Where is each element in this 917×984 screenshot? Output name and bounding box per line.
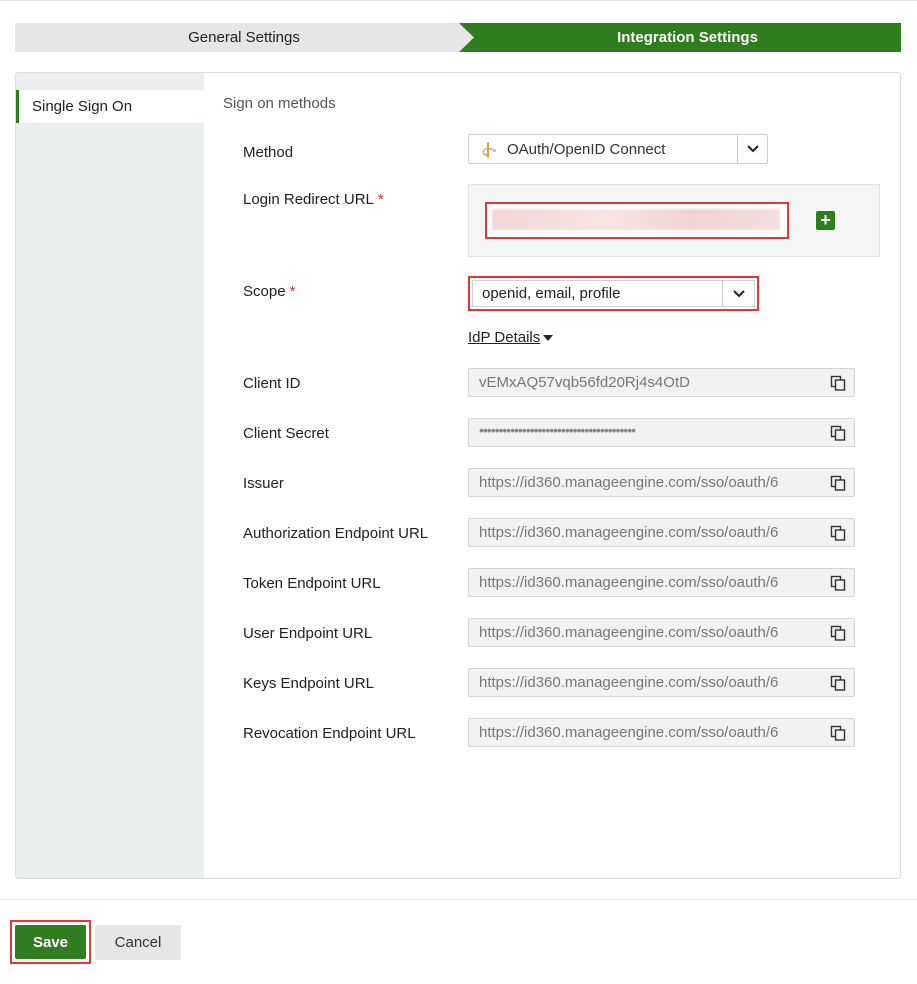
openid-icon	[482, 142, 496, 158]
step-integration-settings[interactable]: Integration Settings	[459, 23, 901, 52]
chevron-down-icon	[732, 289, 745, 297]
copy-icon[interactable]	[830, 675, 846, 691]
redirect-url-container: +	[468, 184, 880, 257]
authorization-endpoint-label: Authorization Endpoint URL	[243, 525, 429, 542]
scope-dropdown-toggle[interactable]	[722, 281, 754, 306]
user-endpoint-label: User Endpoint URL	[243, 625, 373, 642]
sidebar-item-single-sign-on[interactable]: Single Sign On	[16, 90, 204, 123]
step-integration-label: Integration Settings	[617, 29, 758, 46]
footer-divider	[0, 899, 917, 900]
sidebar-item-label: Single Sign On	[32, 98, 133, 115]
token-endpoint-value: https://id360.manageengine.com/sso/oauth…	[479, 574, 779, 591]
token-endpoint-label: Token Endpoint URL	[243, 575, 381, 592]
save-highlight: Save	[10, 920, 91, 964]
login-redirect-label: Login Redirect URL *	[243, 191, 384, 208]
copy-icon[interactable]	[830, 525, 846, 541]
method-select[interactable]: OAuth/OpenID Connect	[468, 134, 768, 164]
settings-panel: Single Sign On Sign on methods Method OA…	[15, 72, 901, 879]
client-secret-field: ••••••••••••••••••••••••••••••••••••••••	[468, 418, 855, 447]
scope-value: openid, email, profile	[482, 285, 621, 302]
copy-icon[interactable]	[830, 575, 846, 591]
caret-down-icon[interactable]	[543, 335, 553, 341]
user-endpoint-field: https://id360.manageengine.com/sso/oauth…	[468, 618, 855, 647]
user-endpoint-value: https://id360.manageengine.com/sso/oauth…	[479, 624, 779, 641]
step-general-settings[interactable]: General Settings	[15, 23, 473, 52]
required-mark: *	[377, 191, 384, 208]
keys-endpoint-label: Keys Endpoint URL	[243, 675, 374, 692]
top-divider	[0, 0, 917, 1]
method-dropdown-toggle[interactable]	[737, 135, 767, 163]
issuer-field: https://id360.manageengine.com/sso/oauth…	[468, 468, 855, 497]
revocation-endpoint-value: https://id360.manageengine.com/sso/oauth…	[479, 724, 779, 741]
keys-endpoint-value: https://id360.manageengine.com/sso/oauth…	[479, 674, 779, 691]
copy-icon[interactable]	[830, 625, 846, 641]
scope-label: Scope *	[243, 283, 296, 300]
issuer-value: https://id360.manageengine.com/sso/oauth…	[479, 474, 779, 491]
keys-endpoint-field: https://id360.manageengine.com/sso/oauth…	[468, 668, 855, 697]
chevron-down-icon	[746, 145, 759, 153]
client-id-value: vEMxAQ57vqb56fd20Rj4s4OtD	[479, 374, 690, 391]
copy-icon[interactable]	[830, 475, 846, 491]
cancel-button[interactable]: Cancel	[95, 925, 181, 960]
client-secret-label: Client Secret	[243, 425, 329, 442]
authorization-endpoint-value: https://id360.manageengine.com/sso/oauth…	[479, 524, 779, 541]
token-endpoint-field: https://id360.manageengine.com/sso/oauth…	[468, 568, 855, 597]
client-id-field: vEMxAQ57vqb56fd20Rj4s4OtD	[468, 368, 855, 397]
add-redirect-url-button[interactable]: +	[816, 211, 835, 230]
scope-select[interactable]: openid, email, profile	[472, 280, 755, 307]
copy-icon[interactable]	[830, 425, 846, 441]
required-mark: *	[289, 283, 296, 300]
save-button[interactable]: Save	[15, 925, 86, 959]
section-title: Sign on methods	[223, 95, 336, 112]
revocation-endpoint-label: Revocation Endpoint URL	[243, 725, 416, 742]
authorization-endpoint-field: https://id360.manageengine.com/sso/oauth…	[468, 518, 855, 547]
revocation-endpoint-field: https://id360.manageengine.com/sso/oauth…	[468, 718, 855, 747]
scope-highlight: openid, email, profile	[468, 276, 759, 311]
copy-icon[interactable]	[830, 375, 846, 391]
method-label: Method	[243, 144, 294, 161]
sidebar: Single Sign On	[16, 73, 204, 878]
redirect-url-highlight	[485, 202, 789, 239]
step-general-label: General Settings	[188, 29, 300, 46]
idp-details-link[interactable]: IdP Details	[468, 329, 540, 346]
method-value: OAuth/OpenID Connect	[507, 141, 666, 158]
wizard-steps: General Settings Integration Settings	[15, 23, 901, 52]
copy-icon[interactable]	[830, 725, 846, 741]
redirect-url-input[interactable]	[492, 209, 780, 230]
client-id-label: Client ID	[243, 375, 301, 392]
client-secret-value: ••••••••••••••••••••••••••••••••••••••••	[479, 422, 636, 438]
issuer-label: Issuer	[243, 475, 284, 492]
